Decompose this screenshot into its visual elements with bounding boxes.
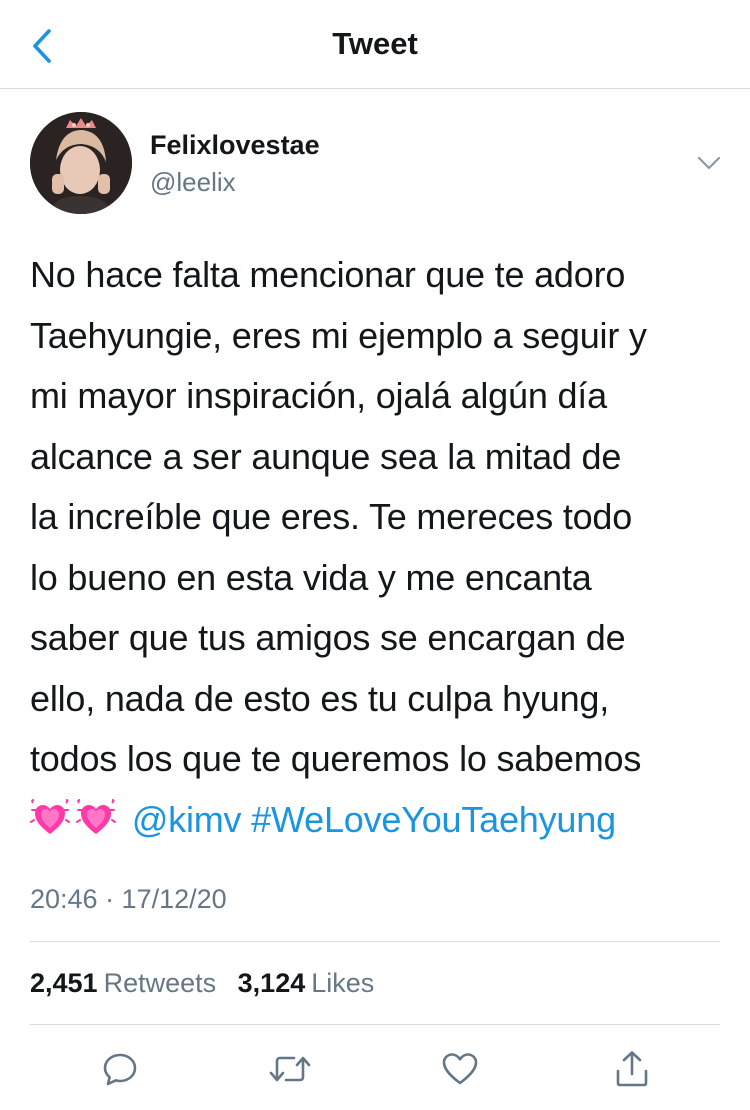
reply-button[interactable] [96, 1045, 144, 1093]
avatar-image [30, 112, 132, 214]
mention-link[interactable]: @kimv [132, 799, 242, 840]
retweet-icon [269, 1056, 311, 1082]
tweet-text-line: No hace falta mencionar que te adoro [30, 254, 626, 295]
likes-label: Likes [311, 968, 375, 998]
tweet-text-line: ello, nada de esto es tu culpa hyung, [30, 677, 610, 719]
tweet-text-line: Taehyungie, eres mi ejemplo a seguir y [30, 314, 647, 356]
likes-stat[interactable]: 3,124 Likes [238, 968, 389, 998]
engagement-stats: 2,451 Retweets 3,124 Likes [30, 968, 388, 999]
avatar[interactable] [30, 112, 132, 214]
tweet-text: No hace falta mencionar que te adoro Tae… [30, 245, 730, 850]
more-options-button[interactable] [690, 148, 728, 178]
retweets-stat[interactable]: 2,451 Retweets [30, 968, 238, 998]
growing-heart-emoji [30, 798, 70, 834]
reply-icon [103, 1053, 137, 1086]
tweet-text-line: lo bueno en esta vida y me encanta [30, 556, 592, 598]
tweet-text-line-last: @kimv #WeLoveYouTaehyung [30, 790, 730, 851]
share-icon [616, 1051, 648, 1087]
divider [30, 1024, 720, 1025]
share-button[interactable] [608, 1045, 656, 1093]
page-title: Tweet [332, 26, 418, 61]
chevron-down-icon [697, 156, 721, 170]
growing-heart-emoji [76, 798, 116, 834]
tweet-timestamp[interactable]: 20:46 · 17/12/20 [30, 884, 227, 915]
author-display-name[interactable]: Felixlovestae [150, 130, 320, 161]
tweet-text-line: la increíble que eres. Te mereces todo [30, 496, 633, 537]
retweets-label: Retweets [103, 968, 217, 998]
tweet-text-line: alcance a ser aunque sea la mitad de [30, 435, 622, 477]
tweet-text-line: saber que tus amigos se encargan de [30, 617, 626, 658]
hashtag-link[interactable]: #WeLoveYouTaehyung [251, 799, 616, 840]
divider [30, 941, 720, 942]
tweet-detail-screen: Tweet Felixlovestae @leelix No hace falt… [0, 0, 750, 1110]
like-button[interactable] [436, 1045, 484, 1093]
author-handle[interactable]: @leelix [150, 167, 236, 198]
tweet-text-line: todos los que te queremos lo sabemos [30, 738, 642, 779]
heart-icon [442, 1053, 478, 1085]
navigation-header: Tweet [0, 0, 750, 89]
retweet-button[interactable] [266, 1045, 314, 1093]
tweet-text-line: mi mayor inspiración, ojalá algún día [30, 375, 607, 416]
likes-count: 3,124 [237, 968, 306, 998]
retweets-count: 2,451 [30, 968, 98, 998]
